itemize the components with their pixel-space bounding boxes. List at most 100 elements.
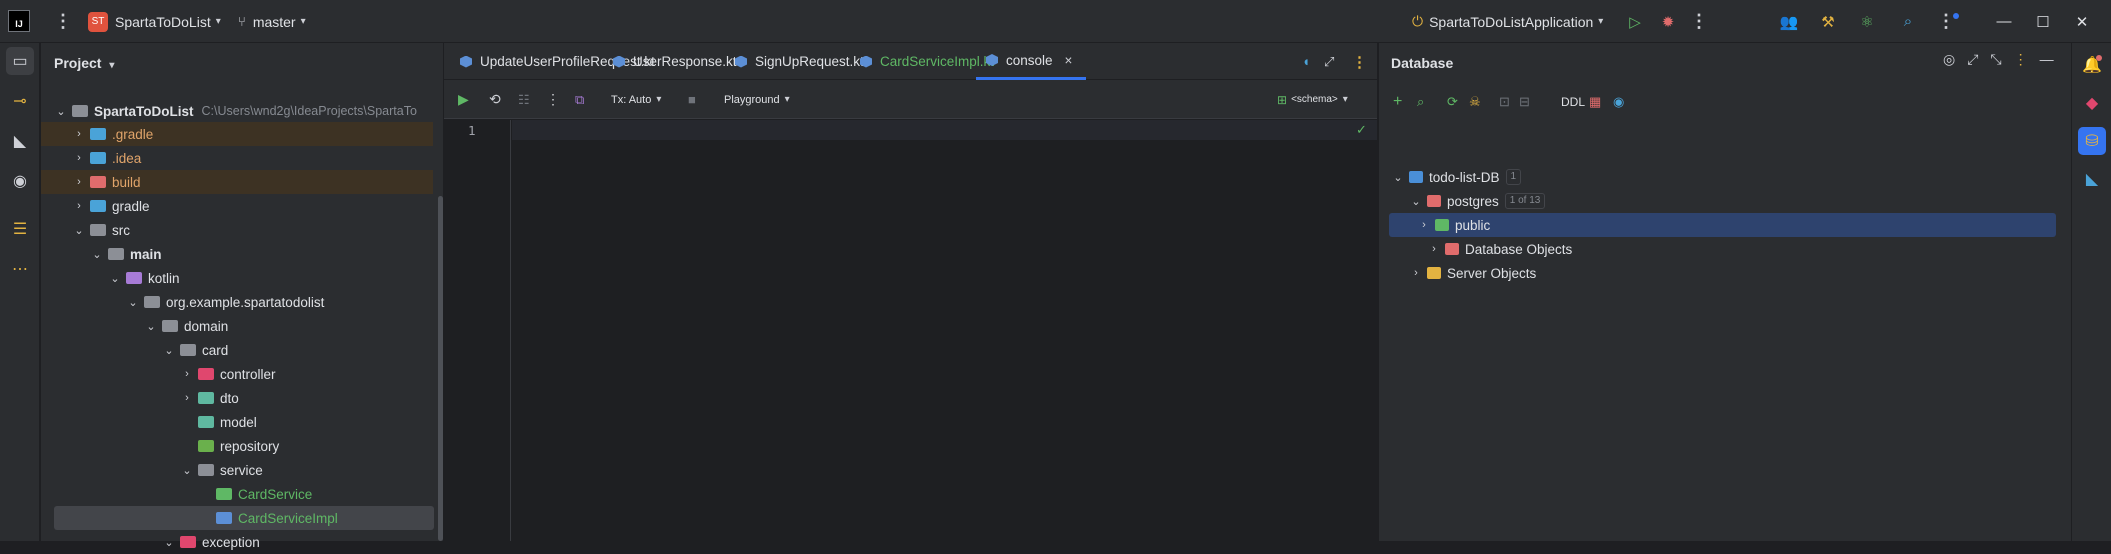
editor-tab[interactable]: CardServiceImpl.kt (860, 43, 994, 80)
expand-arrow-icon[interactable]: ⌄ (162, 536, 176, 549)
editor-tab[interactable]: console × (976, 43, 1087, 80)
minimize-button[interactable]: — (1992, 0, 2016, 43)
maximize-button[interactable]: ☐ (2031, 0, 2055, 43)
stop-button[interactable]: ■ (688, 80, 696, 119)
tree-item[interactable]: ⌄ src (41, 218, 433, 242)
expand-arrow-icon[interactable]: ⌄ (144, 320, 158, 333)
project-panel-header[interactable]: Project ▾ (54, 55, 114, 71)
db-properties-button[interactable]: ⌕ (1417, 88, 1424, 116)
tx-mode-dropdown[interactable]: Tx: Auto ▾ (611, 80, 661, 119)
tree-item[interactable]: ⌄ kotlin (41, 266, 433, 290)
notifications-button[interactable]: 🔔 (2078, 51, 2106, 79)
expand-arrow-icon[interactable]: › (72, 200, 86, 212)
tree-item[interactable]: model (41, 410, 433, 434)
target-icon[interactable]: ◎ (1943, 51, 1955, 68)
tree-item[interactable]: ⌄ org.example.spartatodolist (41, 290, 433, 314)
history-button[interactable]: ⟲ (489, 80, 501, 119)
ai-chat-button[interactable]: ◆ (2078, 89, 2106, 117)
collapse-icon[interactable]: ⤡ (1990, 51, 2001, 68)
tree-item[interactable]: › gradle (41, 194, 433, 218)
tree-item[interactable]: repository (41, 434, 433, 458)
settings-button[interactable]: ☷ (518, 80, 530, 119)
db-tree-item[interactable]: ⌄ postgres 1 of 13 (1389, 189, 2059, 213)
execute-button[interactable]: ▶ (458, 80, 469, 119)
expand-arrow-icon[interactable]: ⌄ (1409, 195, 1423, 208)
expand-arrow-icon[interactable]: › (72, 128, 86, 140)
more-tools-button[interactable]: ⋯ (6, 255, 34, 283)
ddl-button[interactable]: DDL (1561, 88, 1585, 116)
edit-button[interactable]: ⊟ (1519, 88, 1530, 116)
data-source-button[interactable]: ⧉ (575, 80, 584, 119)
expand-arrow-icon[interactable]: ⌄ (72, 224, 86, 237)
expand-editor-button[interactable]: ⤢ (1324, 43, 1334, 80)
tree-item[interactable]: ⌄ domain (41, 314, 433, 338)
expand-icon[interactable]: ⤢ (1967, 51, 1978, 68)
close-tab-icon[interactable]: × (1065, 53, 1073, 68)
editor-tab[interactable]: SignUpRequest.kt (735, 43, 864, 80)
tree-item[interactable]: ⌄ card (41, 338, 433, 362)
run-config-selector[interactable]: ⏻ SpartaToDoListApplication ▾ (1412, 0, 1603, 43)
commit-tool-button[interactable]: ⊸ (6, 87, 34, 115)
ai-assistant-button[interactable]: ⚛ (1855, 0, 1879, 43)
debug-button[interactable]: ✹ (1656, 0, 1680, 43)
gradle-elephant-button[interactable]: ◣ (2078, 165, 2106, 193)
expand-arrow-icon[interactable]: › (1409, 267, 1423, 279)
search-button[interactable]: ⌕ (1896, 0, 1920, 43)
run-button[interactable]: ▷ (1623, 0, 1647, 43)
expand-arrow-icon[interactable]: › (180, 392, 194, 404)
expand-arrow-icon[interactable]: ⌄ (126, 296, 140, 309)
tree-item[interactable]: › .gradle (41, 122, 433, 146)
expand-arrow-icon[interactable]: › (1427, 243, 1441, 255)
database-tool-button[interactable]: ⛁ (2078, 127, 2106, 155)
gradle-tool-button[interactable]: ◣ (6, 127, 34, 155)
code-with-me-button[interactable]: 👥 (1777, 0, 1801, 43)
db-tree-item[interactable]: › Server Objects (1389, 261, 2059, 285)
expand-arrow-icon[interactable]: ⌄ (1391, 171, 1405, 184)
code-editor-line[interactable] (512, 120, 1377, 140)
expand-arrow-icon[interactable]: ⌄ (162, 344, 176, 357)
db-tree-item[interactable]: ⌄ todo-list-DB 1 (1389, 165, 2059, 189)
tree-item[interactable]: CardServiceImpl (54, 506, 434, 530)
schema-selector[interactable]: ⊞ <schema> ▾ (1277, 80, 1348, 119)
intellij-logo[interactable]: IJ (8, 10, 30, 32)
refresh-button[interactable]: ⟳ (1447, 88, 1458, 116)
close-window-button[interactable]: ✕ (2070, 0, 2094, 43)
editor-tab[interactable]: UserResponse.kt (613, 43, 737, 80)
more-tabs-indicator[interactable]: ◖ (1302, 43, 1310, 80)
tree-item[interactable]: › build (41, 170, 433, 194)
hide-icon[interactable]: — (2040, 51, 2054, 68)
tree-root[interactable]: ⌄ SpartaToDoList C:\Users\wnd2g\IdeaProj… (41, 99, 433, 123)
run-more-button[interactable]: ⋮ (1690, 0, 1708, 43)
disconnect-button[interactable]: ☠ (1469, 88, 1481, 116)
diagram-button[interactable]: ▦ (1589, 88, 1601, 116)
build-tools-button[interactable]: ⚒ (1816, 0, 1840, 43)
services-tool-button[interactable]: ☰ (6, 215, 34, 243)
tree-item[interactable]: › .idea (41, 146, 433, 170)
view-button[interactable]: ◉ (1613, 88, 1624, 116)
expand-arrow-icon[interactable]: ⌄ (108, 272, 122, 285)
main-menu-button[interactable]: ⋮ (54, 0, 72, 43)
project-scrollbar[interactable] (438, 196, 443, 541)
db-tree-item[interactable]: › public (1389, 213, 2056, 237)
db-tree-item[interactable]: › Database Objects (1389, 237, 2059, 261)
expand-arrow-icon[interactable]: › (1417, 219, 1431, 231)
tabs-menu-button[interactable]: ⋮ (1352, 43, 1367, 80)
settings-button[interactable]: ⋮ (1937, 0, 1959, 43)
github-tool-button[interactable]: ◉ (6, 167, 34, 195)
expand-arrow-icon[interactable]: ⌄ (180, 464, 194, 477)
expand-arrow-icon[interactable]: › (72, 152, 86, 164)
branch-switcher[interactable]: ⑂ master ▾ (238, 0, 306, 43)
playground-dropdown[interactable]: Playground ▾ (724, 80, 790, 119)
expand-arrow-icon[interactable]: › (72, 176, 86, 188)
toolbar-more-button[interactable]: ⋮ (546, 80, 560, 119)
tree-item[interactable]: ⌄ main (41, 242, 433, 266)
tree-item[interactable]: › controller (41, 362, 433, 386)
expand-arrow-icon[interactable]: › (180, 368, 194, 380)
project-tool-button[interactable]: ▭ (6, 47, 34, 75)
console-button[interactable]: ⊡ (1499, 88, 1510, 116)
add-button[interactable]: + (1393, 88, 1402, 116)
tree-item[interactable]: ⌄ exception (41, 530, 433, 554)
project-switcher[interactable]: ST SpartaToDoList ▾ (88, 0, 221, 43)
kebab-menu-icon[interactable]: ⋮ (2014, 51, 2028, 68)
tree-item[interactable]: CardService (41, 482, 433, 506)
